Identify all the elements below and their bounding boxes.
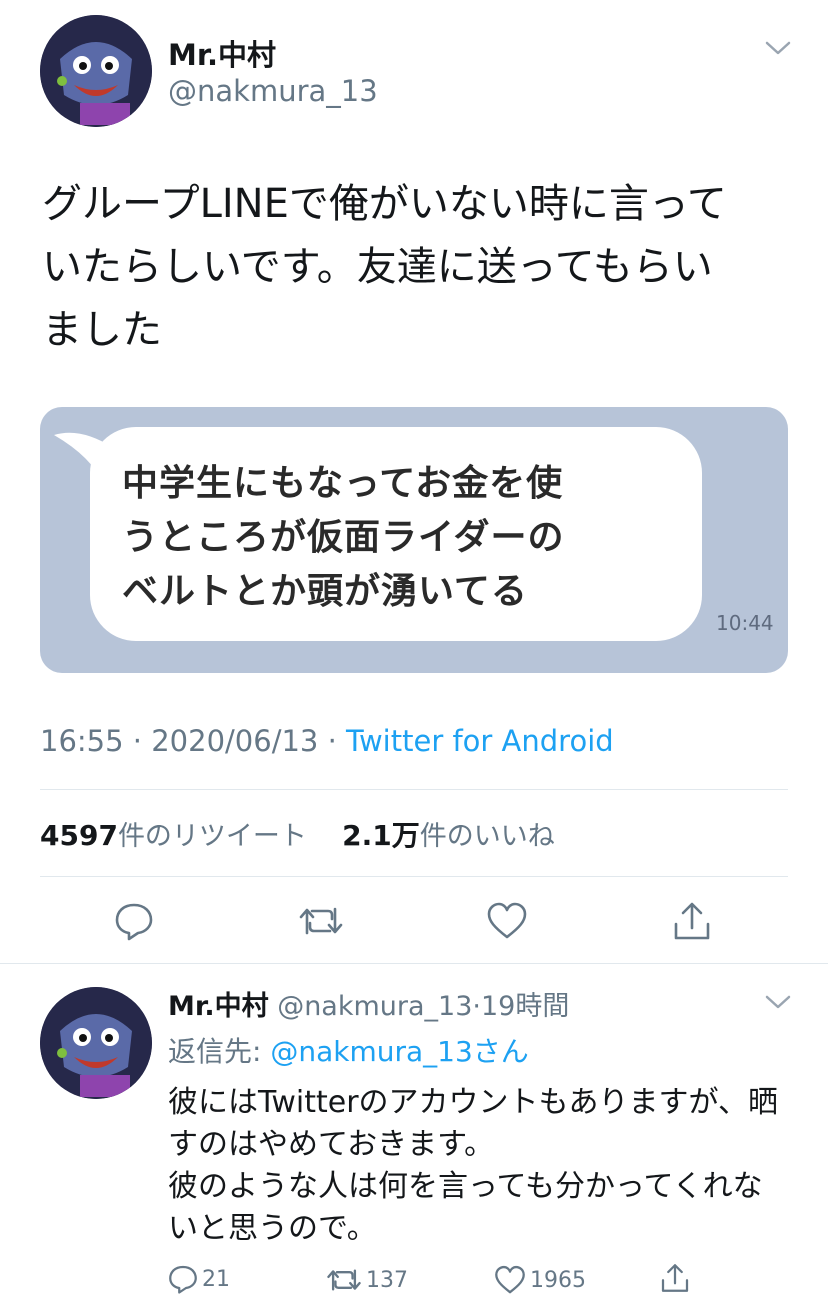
display-name[interactable]: Mr.中村 — [168, 32, 276, 74]
reply-action-like[interactable]: 1965 — [494, 1265, 586, 1295]
reply-action-reply[interactable]: 21 — [168, 1264, 230, 1294]
replying-to-user-link[interactable]: @nakmura_13さん — [270, 1035, 528, 1068]
likes-count: 2.1万 — [342, 819, 420, 852]
retweet-icon[interactable] — [298, 903, 344, 939]
reply-separator: · — [472, 991, 481, 1022]
reply-icon — [169, 1265, 197, 1294]
tweet-text-line: ました — [42, 307, 162, 353]
tweet-text: グループLINEで俺がいない時に言って いたらしいです。友達に送ってもらい まし… — [42, 173, 792, 362]
reply-count: 21 — [202, 1266, 230, 1292]
chevron-down-icon[interactable] — [764, 38, 792, 62]
like-count: 1965 — [530, 1267, 586, 1293]
retweet-count: 137 — [366, 1267, 408, 1293]
chat-bubble-text: 中学生にもなってお金を使 うところが仮面ライダーの ベルトとか頭が湧いてる — [122, 457, 702, 619]
retweets-label: 件のリツイート — [117, 821, 307, 852]
likes-stat[interactable]: 2.1万件のいいね — [342, 819, 555, 852]
reply-text-line: すのはやめておきます。 — [168, 1127, 495, 1162]
tweet-text-line: グループLINEで俺がいない時に言って — [42, 181, 727, 227]
meta-separator: · — [132, 724, 143, 758]
chat-time: 10:44 — [716, 611, 774, 635]
reply-action-retweet[interactable]: 137 — [326, 1266, 408, 1294]
reply-text-line: 彼のような人は何を言っても分かってくれな — [168, 1169, 763, 1204]
chat-bubble-line: 中学生にもなってお金を使 — [122, 463, 564, 504]
like-icon[interactable] — [486, 902, 528, 940]
tweet-time: 16:55 — [40, 724, 124, 758]
tweet-text-line: いたらしいです。友達に送ってもらい — [42, 244, 713, 290]
chevron-down-icon[interactable] — [764, 992, 792, 1016]
share-icon[interactable] — [672, 900, 712, 942]
divider — [40, 876, 788, 877]
meta-separator: · — [327, 724, 337, 758]
avatar[interactable] — [40, 15, 152, 127]
like-icon — [495, 1265, 525, 1294]
section-divider — [0, 963, 828, 964]
chat-bubble-line: ベルトとか頭が湧いてる — [122, 571, 528, 612]
replying-to: 返信先: @nakmura_13さん — [168, 1030, 529, 1070]
likes-label: 件のいいね — [419, 821, 555, 852]
share-icon[interactable] — [660, 1262, 690, 1298]
retweets-count: 4597 — [40, 819, 118, 852]
reply-text-line: いと思うので。 — [168, 1211, 377, 1246]
tweet-media[interactable]: 中学生にもなってお金を使 うところが仮面ライダーの ベルトとか頭が湧いてる 10… — [40, 407, 788, 673]
reply-header: Mr.中村 @nakmura_13·19時間 — [168, 984, 569, 1023]
reply-display-name[interactable]: Mr.中村 — [168, 991, 269, 1022]
replying-to-label: 返信先: — [168, 1035, 262, 1068]
reply-handle[interactable]: @nakmura_13 — [277, 991, 472, 1022]
reply-text-line: 彼にはTwitterのアカウントもありますが、晒 — [168, 1085, 778, 1120]
reply-age: 19時間 — [481, 991, 570, 1022]
reply-icon[interactable] — [114, 901, 154, 941]
avatar-image — [40, 987, 152, 1099]
tweet-stats: 4597件のリツイート 2.1万件のいいね — [40, 814, 555, 854]
tweet-meta: 16:55 · 2020/06/13 · Twitter for Android — [40, 724, 614, 758]
tweet-date: 2020/06/13 — [151, 724, 319, 758]
handle[interactable]: @nakmura_13 — [168, 74, 378, 108]
reply-avatar[interactable] — [40, 987, 152, 1099]
avatar-image — [40, 15, 152, 127]
retweets-stat[interactable]: 4597件のリツイート — [40, 819, 307, 852]
divider — [40, 789, 788, 790]
tweet-source-link[interactable]: Twitter for Android — [346, 724, 614, 758]
chat-bubble-line: うところが仮面ライダーの — [122, 517, 565, 558]
reply-text: 彼にはTwitterのアカウントもありますが、晒 すのはやめておきます。 彼のよ… — [168, 1082, 798, 1250]
retweet-icon — [327, 1269, 361, 1291]
